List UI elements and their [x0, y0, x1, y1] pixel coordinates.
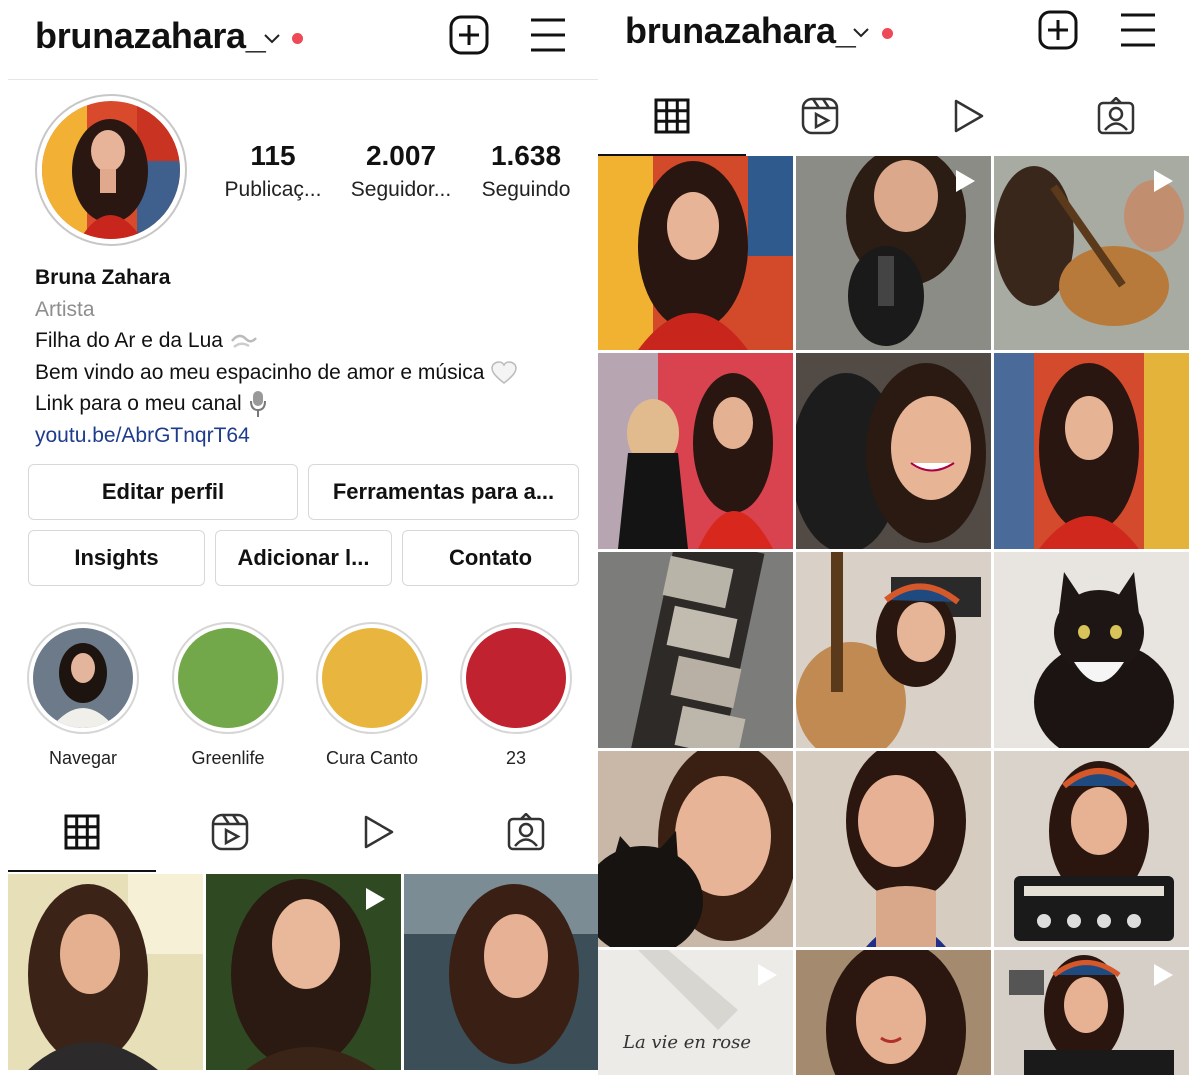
profile-category: Artista	[35, 297, 95, 321]
username-switcher[interactable]: bruna­zahara_	[625, 10, 856, 52]
post-thumbnail[interactable]	[994, 751, 1189, 947]
bio-line-3: Link para o meu canal	[35, 388, 595, 420]
insights-button[interactable]: Insights	[28, 530, 205, 586]
highlight-photo	[33, 628, 133, 728]
menu-icon[interactable]	[527, 14, 569, 56]
username-switcher[interactable]: bruna­zahara_	[35, 15, 266, 57]
notification-dot	[882, 28, 893, 39]
grid-icon	[64, 814, 100, 850]
post-thumbnail[interactable]	[8, 874, 203, 1070]
followers-stat[interactable]: 2.007 Seguidor...	[341, 140, 461, 202]
post-thumbnail[interactable]	[206, 874, 401, 1070]
profile-bio: Bruna Zahara Artista Filha do Ar e da Lu…	[35, 262, 595, 451]
profile-tabs	[598, 76, 1192, 156]
post-thumbnail[interactable]	[598, 552, 793, 748]
professional-tools-button[interactable]: Ferramentas para a...	[308, 464, 579, 520]
profile-link[interactable]: youtu.be/AbrGTnqrT64	[35, 420, 595, 452]
profile-screen-right: bruna­zahara_	[598, 0, 1192, 1075]
highlight-label: Cura Canto	[325, 748, 419, 768]
add-link-button[interactable]: Adicionar l...	[215, 530, 392, 586]
new-post-icon[interactable]	[448, 14, 490, 56]
wind-emoji-icon	[230, 335, 257, 349]
tab-tagged[interactable]	[1042, 76, 1190, 156]
post-thumbnail[interactable]	[404, 874, 598, 1070]
notification-dot	[292, 33, 303, 44]
following-count: 1.638	[490, 140, 562, 171]
post-thumbnail[interactable]	[796, 751, 991, 947]
top-bar: bruna­zahara_	[8, 0, 598, 80]
posts-count: 115	[250, 140, 296, 171]
avatar-photo	[42, 101, 180, 239]
followers-label: Seguidor...	[350, 178, 452, 201]
profile-avatar[interactable]	[35, 94, 187, 246]
display-name: Bruna Zahara	[35, 266, 171, 289]
tab-grid[interactable]	[598, 76, 746, 156]
grid-icon	[654, 98, 690, 134]
microphone-icon	[249, 391, 266, 418]
profile-stats: 115 Publicaç... 2.007 Seguidor... 1.638 …	[213, 140, 593, 210]
menu-icon[interactable]	[1117, 9, 1159, 51]
reels-icon	[211, 813, 249, 851]
post-thumbnail[interactable]	[994, 353, 1189, 549]
highlight-label: 23	[505, 748, 527, 768]
bio-line-1: Filha do Ar e da Lua	[35, 325, 595, 357]
post-thumbnail[interactable]	[994, 552, 1189, 748]
tab-videos[interactable]	[894, 76, 1042, 156]
tab-grid[interactable]	[8, 792, 156, 872]
reel-play-icon	[1154, 964, 1173, 986]
tab-tagged[interactable]	[452, 792, 598, 872]
reel-play-icon	[758, 964, 777, 986]
post-thumbnail[interactable]	[598, 751, 793, 947]
profile-tabs	[8, 792, 598, 872]
new-post-icon[interactable]	[1037, 9, 1079, 51]
following-label: Seguindo	[481, 178, 571, 201]
highlight-greenlife[interactable]: Greenlife	[170, 622, 286, 769]
tagged-icon	[1097, 97, 1135, 135]
highlight-23[interactable]: 23	[458, 622, 574, 769]
highlight-label: Navegar	[48, 748, 118, 768]
tagged-icon	[507, 813, 545, 851]
post-thumbnail[interactable]	[598, 353, 793, 549]
post-thumbnail[interactable]	[796, 552, 991, 748]
reel-play-icon	[1154, 170, 1173, 192]
reel-play-icon	[956, 170, 975, 192]
post-thumbnail[interactable]	[994, 950, 1189, 1075]
post-thumbnail[interactable]: La vie en rose	[598, 950, 793, 1075]
posts-stat[interactable]: 115 Publicaç...	[213, 140, 333, 202]
highlight-cura-canto[interactable]: Cura Canto	[314, 622, 430, 769]
tab-reels[interactable]	[746, 76, 894, 156]
post-thumbnail[interactable]	[994, 156, 1189, 350]
posts-label: Publicaç...	[224, 178, 322, 201]
video-play-icon	[954, 99, 984, 133]
top-bar: bruna­zahara_	[598, 0, 1192, 74]
chevron-down-icon[interactable]	[264, 34, 280, 44]
post-thumbnail[interactable]	[796, 156, 991, 350]
contact-button[interactable]: Contato	[402, 530, 579, 586]
highlight-label: Greenlife	[191, 748, 265, 768]
edit-profile-button[interactable]: Editar perfil	[28, 464, 298, 520]
chevron-down-icon[interactable]	[853, 28, 869, 38]
profile-screen-left: bruna­zahara_ 115 Publicaç... 2.007	[8, 0, 598, 1075]
tab-videos[interactable]	[304, 792, 452, 872]
highlight-navegar[interactable]: Navegar	[25, 622, 141, 769]
post-thumbnail[interactable]	[796, 353, 991, 549]
white-heart-icon	[491, 361, 518, 384]
following-stat[interactable]: 1.638 Seguindo	[465, 140, 587, 202]
bio-line-2: Bem vindo ao meu espacinho de amor e mús…	[35, 357, 595, 389]
video-play-icon	[364, 815, 394, 849]
reels-icon	[801, 97, 839, 135]
post-thumbnail[interactable]	[796, 950, 991, 1075]
post-thumbnail[interactable]	[598, 156, 793, 350]
tab-reels[interactable]	[156, 792, 304, 872]
reel-play-icon	[366, 888, 385, 910]
post-caption-art: La vie en rose	[622, 1032, 751, 1053]
followers-count: 2.007	[365, 140, 437, 171]
